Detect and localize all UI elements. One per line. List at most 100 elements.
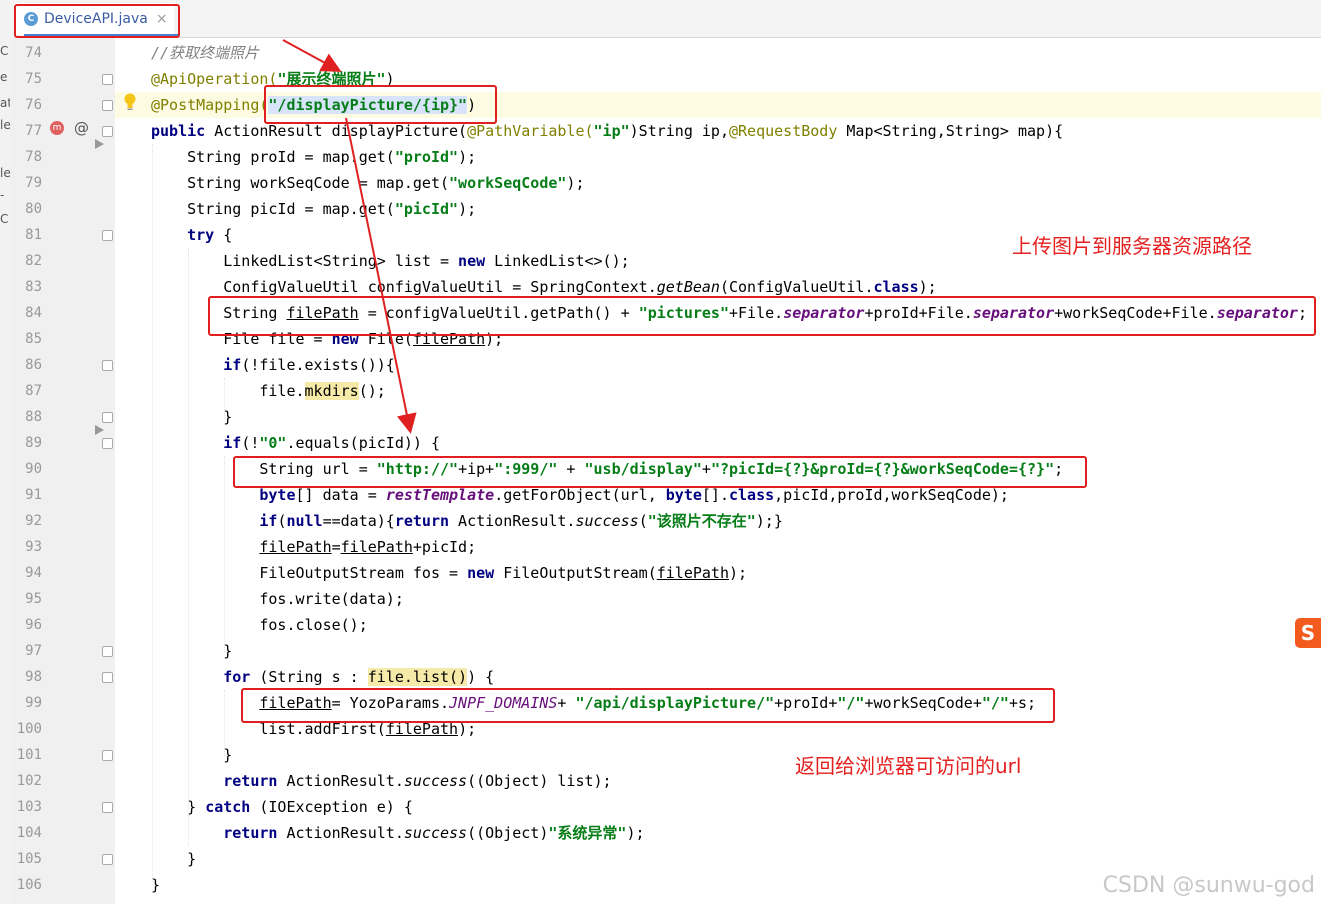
code-line[interactable]: 98 for (String s : file.list()) { xyxy=(0,664,1321,690)
code-token: LinkedList<>(); xyxy=(485,252,630,270)
code-token: ); xyxy=(458,148,477,166)
line-number[interactable]: 91 xyxy=(10,482,42,508)
code-line[interactable]: 80 String picId = map.get("picId"); xyxy=(0,196,1321,222)
line-number[interactable]: 102 xyxy=(10,768,42,794)
code-line[interactable]: 103 } catch (IOException e) { xyxy=(0,794,1321,820)
line-number[interactable]: 95 xyxy=(10,586,42,612)
line-number[interactable]: 104 xyxy=(10,820,42,846)
line-number[interactable]: 103 xyxy=(10,794,42,820)
fold-marker-icon[interactable] xyxy=(102,74,113,85)
fold-marker-icon[interactable] xyxy=(102,646,113,657)
fold-marker-icon[interactable] xyxy=(102,802,113,813)
fold-marker-icon[interactable] xyxy=(102,750,113,761)
code-text[interactable]: } xyxy=(151,742,232,768)
line-number[interactable]: 81 xyxy=(10,222,42,248)
code-line[interactable]: 79 String workSeqCode = map.get("workSeq… xyxy=(0,170,1321,196)
code-text[interactable]: if(!"0".equals(picId)) { xyxy=(151,430,440,456)
line-number[interactable]: 90 xyxy=(10,456,42,482)
code-token: FileOutputStream( xyxy=(494,564,657,582)
line-number[interactable]: 89 xyxy=(10,430,42,456)
code-line[interactable]: 87 file.mkdirs(); xyxy=(0,378,1321,404)
fold-marker-icon[interactable] xyxy=(102,126,113,137)
line-number[interactable]: 78 xyxy=(10,144,42,170)
code-text[interactable]: String workSeqCode = map.get("workSeqCod… xyxy=(151,170,584,196)
code-line[interactable]: 93 filePath=filePath+picId; xyxy=(0,534,1321,560)
code-text[interactable]: String picId = map.get("picId"); xyxy=(151,196,476,222)
line-number[interactable]: 74 xyxy=(10,40,42,66)
method-override-icon[interactable]: m xyxy=(50,121,64,135)
line-number[interactable]: 94 xyxy=(10,560,42,586)
line-number[interactable]: 106 xyxy=(10,872,42,898)
line-number[interactable]: 99 xyxy=(10,690,42,716)
line-number[interactable]: 98 xyxy=(10,664,42,690)
line-number[interactable]: 88 xyxy=(10,404,42,430)
code-text[interactable]: fos.close(); xyxy=(151,612,367,638)
code-line[interactable]: 96 fos.close(); xyxy=(0,612,1321,638)
fold-marker-icon[interactable] xyxy=(102,672,113,683)
code-token: file. xyxy=(151,382,305,400)
code-line[interactable]: 95 fos.write(data); xyxy=(0,586,1321,612)
code-text[interactable]: FileOutputStream fos = new FileOutputStr… xyxy=(151,560,747,586)
code-line[interactable]: 77 public ActionResult displayPicture(@Pa… xyxy=(0,118,1321,144)
line-number[interactable]: 77 xyxy=(10,118,42,144)
code-text[interactable]: return ActionResult.success((Object) lis… xyxy=(151,768,611,794)
line-number[interactable]: 87 xyxy=(10,378,42,404)
fold-marker-icon[interactable] xyxy=(102,230,113,241)
code-line[interactable]: 76 @PostMapping("/displayPicture/{ip}") xyxy=(0,92,1321,118)
code-line[interactable]: 86 if(!file.exists()){ xyxy=(0,352,1321,378)
fold-arrow-icon[interactable] xyxy=(95,425,104,435)
annotation-at-icon[interactable]: @ xyxy=(74,119,89,137)
fold-arrow-icon[interactable] xyxy=(95,139,104,149)
code-text[interactable]: if (null==data){return ActionResult.succe… xyxy=(151,508,783,534)
fold-marker-icon[interactable] xyxy=(102,412,113,423)
code-line[interactable]: 105 } xyxy=(0,846,1321,872)
line-number[interactable]: 101 xyxy=(10,742,42,768)
code-text[interactable]: LinkedList<String> list = new LinkedList… xyxy=(151,248,630,274)
line-number[interactable]: 84 xyxy=(10,300,42,326)
line-number[interactable]: 97 xyxy=(10,638,42,664)
code-line[interactable]: 97 } xyxy=(0,638,1321,664)
code-text[interactable]: //获取终端照片 xyxy=(151,40,259,66)
code-line[interactable]: 75 @ApiOperation("展示终端照片") xyxy=(0,66,1321,92)
line-number[interactable]: 86 xyxy=(10,352,42,378)
line-number[interactable]: 96 xyxy=(10,612,42,638)
fold-marker-icon[interactable] xyxy=(102,360,113,371)
fold-marker-icon[interactable] xyxy=(102,100,113,111)
code-text[interactable]: for (String s : file.list()) { xyxy=(151,664,494,690)
code-text[interactable]: return ActionResult.success((Object)"系统异… xyxy=(151,820,644,846)
code-text[interactable]: } xyxy=(151,638,232,664)
code-line[interactable]: 104 return ActionResult.success((Object)… xyxy=(0,820,1321,846)
code-text[interactable]: } xyxy=(151,404,232,430)
line-number[interactable]: 80 xyxy=(10,196,42,222)
line-number[interactable]: 92 xyxy=(10,508,42,534)
code-text[interactable]: } xyxy=(151,846,196,872)
code-text[interactable]: file.mkdirs(); xyxy=(151,378,386,404)
code-line[interactable]: 88 } xyxy=(0,404,1321,430)
code-line[interactable]: 102 return ActionResult.success((Object)… xyxy=(0,768,1321,794)
code-token: ); xyxy=(458,200,477,218)
code-line[interactable]: 101 } xyxy=(0,742,1321,768)
line-number[interactable]: 85 xyxy=(10,326,42,352)
code-line[interactable]: 94 FileOutputStream fos = new FileOutput… xyxy=(0,560,1321,586)
code-line[interactable]: 74 //获取终端照片 xyxy=(0,40,1321,66)
line-number[interactable]: 82 xyxy=(10,248,42,274)
code-line[interactable]: 78 String proId = map.get("proId"); xyxy=(0,144,1321,170)
fold-marker-icon[interactable] xyxy=(102,854,113,865)
sogou-ime-icon[interactable]: S xyxy=(1295,618,1321,648)
line-number[interactable]: 105 xyxy=(10,846,42,872)
fold-marker-icon[interactable] xyxy=(102,438,113,449)
line-number[interactable]: 100 xyxy=(10,716,42,742)
line-number[interactable]: 76 xyxy=(10,92,42,118)
code-line[interactable]: 89 if(!"0".equals(picId)) { xyxy=(0,430,1321,456)
lightbulb-icon[interactable] xyxy=(123,93,137,111)
line-number[interactable]: 83 xyxy=(10,274,42,300)
code-text[interactable]: filePath=filePath+picId; xyxy=(151,534,476,560)
line-number[interactable]: 79 xyxy=(10,170,42,196)
code-text[interactable]: String proId = map.get("proId"); xyxy=(151,144,476,170)
code-text[interactable]: try { xyxy=(151,222,232,248)
line-number[interactable]: 93 xyxy=(10,534,42,560)
code-line[interactable]: 92 if (null==data){return ActionResult.su… xyxy=(0,508,1321,534)
line-number[interactable]: 75 xyxy=(10,66,42,92)
code-text[interactable]: } catch (IOException e) { xyxy=(151,794,413,820)
